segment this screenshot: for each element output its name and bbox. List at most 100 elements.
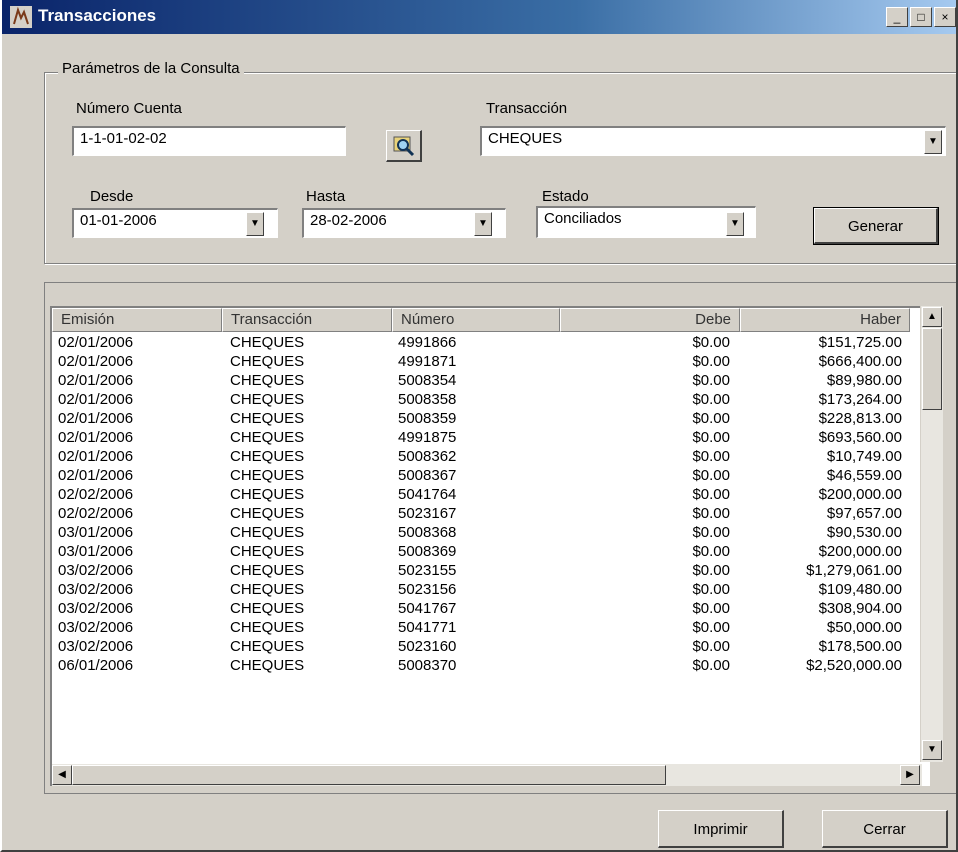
estado-dropdown-button[interactable]: ▼ bbox=[726, 212, 744, 236]
table-row[interactable]: 02/01/2006 CHEQUES 5008362 $0.00 $10,749.00 bbox=[52, 447, 922, 466]
table-cell: $0.00 bbox=[692, 353, 730, 370]
cuenta-input[interactable]: 1-1-01-02-02 bbox=[72, 126, 346, 156]
table-cell: 06/01/2006 bbox=[58, 657, 134, 674]
table-row[interactable]: 02/02/2006 CHEQUES 5041764 $0.00 $200,000.00 bbox=[52, 485, 922, 504]
scroll-right-button[interactable]: ▶ bbox=[900, 765, 920, 785]
table-cell: $0.00 bbox=[692, 581, 730, 598]
table-cell: 5023167 bbox=[398, 505, 457, 522]
table-cell: $0.00 bbox=[692, 657, 730, 674]
desde-dropdown-button[interactable]: ▼ bbox=[246, 212, 264, 236]
table-cell: $1,279,061.00 bbox=[806, 562, 902, 579]
table-cell: $178,500.00 bbox=[818, 638, 902, 655]
table-cell: 03/02/2006 bbox=[58, 581, 134, 598]
table-cell: $0.00 bbox=[692, 524, 730, 541]
hasta-dropdown-button[interactable]: ▼ bbox=[474, 212, 492, 236]
window-title: Transacciones bbox=[38, 6, 157, 25]
table-cell: 5008358 bbox=[398, 391, 457, 408]
table-row[interactable]: 02/01/2006 CHEQUES 5008367 $0.00 $46,559.00 bbox=[52, 466, 922, 485]
table-cell: $109,480.00 bbox=[818, 581, 902, 598]
chevron-down-icon: ▼ bbox=[478, 218, 488, 229]
transaccion-dropdown-button[interactable]: ▼ bbox=[924, 130, 942, 154]
column-header-numero[interactable]: Número bbox=[392, 308, 560, 332]
table-cell: $89,980.00 bbox=[826, 372, 902, 389]
table-cell: 03/01/2006 bbox=[58, 524, 134, 541]
table-cell: $0.00 bbox=[692, 448, 730, 465]
magnifier-search-icon bbox=[393, 136, 414, 157]
chevron-right-icon: ▶ bbox=[906, 769, 914, 780]
vertical-scrollbar[interactable]: ▲ ▼ bbox=[920, 306, 943, 762]
desde-label: Desde bbox=[90, 188, 134, 205]
horizontal-scrollbar[interactable]: ◀ ▶ bbox=[52, 764, 922, 786]
table-cell: CHEQUES bbox=[230, 353, 305, 370]
table-row[interactable]: 02/02/2006 CHEQUES 5023167 $0.00 $97,657.00 bbox=[52, 504, 922, 523]
estado-label: Estado bbox=[542, 188, 589, 205]
table-row[interactable]: 02/01/2006 CHEQUES 5008354 $0.00 $89,980.00 bbox=[52, 371, 922, 390]
scroll-left-button[interactable]: ◀ bbox=[52, 765, 72, 785]
table-row[interactable]: 02/01/2006 CHEQUES 4991871 $0.00 $666,400.00 bbox=[52, 352, 922, 371]
table-cell: $0.00 bbox=[692, 619, 730, 636]
table-cell: $50,000.00 bbox=[826, 619, 902, 636]
transaccion-select[interactable]: CHEQUES bbox=[480, 126, 946, 156]
estado-select[interactable]: Conciliados bbox=[536, 206, 756, 238]
cuenta-label: Número Cuenta bbox=[76, 100, 182, 117]
table-cell: 02/01/2006 bbox=[58, 372, 134, 389]
table-cell: $173,264.00 bbox=[818, 391, 902, 408]
table-cell: 4991875 bbox=[398, 429, 457, 446]
table-row[interactable]: 03/02/2006 CHEQUES 5041771 $0.00 $50,000.00 bbox=[52, 618, 922, 637]
table-row[interactable]: 03/02/2006 CHEQUES 5023155 $0.00 $1,279,061.… bbox=[52, 561, 922, 580]
table-cell: 5008354 bbox=[398, 372, 457, 389]
table-cell: $308,904.00 bbox=[818, 600, 902, 617]
table-row[interactable]: 03/01/2006 CHEQUES 5008368 $0.00 $90,530.00 bbox=[52, 523, 922, 542]
vertical-scroll-thumb[interactable] bbox=[922, 328, 942, 410]
table-cell: $0.00 bbox=[692, 543, 730, 560]
table-cell: CHEQUES bbox=[230, 524, 305, 541]
table-cell: $90,530.00 bbox=[826, 524, 902, 541]
column-header-debe[interactable]: Debe bbox=[560, 308, 740, 332]
column-header-transaccion[interactable]: Transacción bbox=[222, 308, 392, 332]
title-bar[interactable]: Transacciones _ □ × bbox=[2, 0, 956, 34]
table-cell: $0.00 bbox=[692, 486, 730, 503]
scroll-up-button[interactable]: ▲ bbox=[922, 307, 942, 327]
table-row[interactable]: 02/01/2006 CHEQUES 5008358 $0.00 $173,264.00 bbox=[52, 390, 922, 409]
chevron-down-icon: ▼ bbox=[928, 136, 938, 147]
table-cell: 03/02/2006 bbox=[58, 619, 134, 636]
table-cell: 5008359 bbox=[398, 410, 457, 427]
table-row[interactable]: 02/01/2006 CHEQUES 4991875 $0.00 $693,560.00 bbox=[52, 428, 922, 447]
transaccion-label: Transacción bbox=[486, 100, 568, 117]
table-cell: CHEQUES bbox=[230, 657, 305, 674]
maximize-button[interactable]: □ bbox=[910, 7, 932, 27]
search-account-button[interactable] bbox=[386, 130, 422, 162]
table-row[interactable]: 03/02/2006 CHEQUES 5023156 $0.00 $109,480.00 bbox=[52, 580, 922, 599]
table-cell: CHEQUES bbox=[230, 505, 305, 522]
table-row[interactable]: 02/01/2006 CHEQUES 5008359 $0.00 $228,813.00 bbox=[52, 409, 922, 428]
table-cell: 5008369 bbox=[398, 543, 457, 560]
table-row[interactable]: 03/02/2006 CHEQUES 5041767 $0.00 $308,904.00 bbox=[52, 599, 922, 618]
table-cell: 03/02/2006 bbox=[58, 600, 134, 617]
generar-button[interactable]: Generar bbox=[813, 207, 939, 245]
results-grid[interactable]: Emisión Transacción Número Debe Haber 02… bbox=[50, 306, 930, 786]
table-row[interactable]: 06/01/2006 CHEQUES 5008370 $0.00 $2,520,000.… bbox=[52, 656, 922, 675]
scroll-down-button[interactable]: ▼ bbox=[922, 740, 942, 760]
chevron-down-icon: ▼ bbox=[927, 744, 937, 755]
column-header-emision[interactable]: Emisión bbox=[52, 308, 222, 332]
minimize-button[interactable]: _ bbox=[886, 7, 908, 27]
table-cell: $0.00 bbox=[692, 372, 730, 389]
table-cell: $2,520,000.00 bbox=[806, 657, 902, 674]
table-cell: CHEQUES bbox=[230, 410, 305, 427]
transacciones-window: Transacciones _ □ × Parámetros de la Con… bbox=[0, 0, 958, 852]
table-cell: 02/01/2006 bbox=[58, 410, 134, 427]
column-header-haber[interactable]: Haber bbox=[740, 308, 910, 332]
table-cell: $0.00 bbox=[692, 467, 730, 484]
horizontal-scroll-thumb[interactable] bbox=[72, 765, 666, 785]
table-cell: 4991871 bbox=[398, 353, 457, 370]
table-cell: 02/02/2006 bbox=[58, 505, 134, 522]
table-cell: $0.00 bbox=[692, 638, 730, 655]
table-cell: 03/02/2006 bbox=[58, 562, 134, 579]
cerrar-button[interactable]: Cerrar bbox=[822, 810, 948, 848]
imprimir-button[interactable]: Imprimir bbox=[658, 810, 784, 848]
table-row[interactable]: 03/01/2006 CHEQUES 5008369 $0.00 $200,000.00 bbox=[52, 542, 922, 561]
table-row[interactable]: 02/01/2006 CHEQUES 4991866 $0.00 $151,725.00 bbox=[52, 333, 922, 352]
table-row[interactable]: 03/02/2006 CHEQUES 5023160 $0.00 $178,500.00 bbox=[52, 637, 922, 656]
close-button[interactable]: × bbox=[934, 7, 956, 27]
table-cell: 5041767 bbox=[398, 600, 457, 617]
